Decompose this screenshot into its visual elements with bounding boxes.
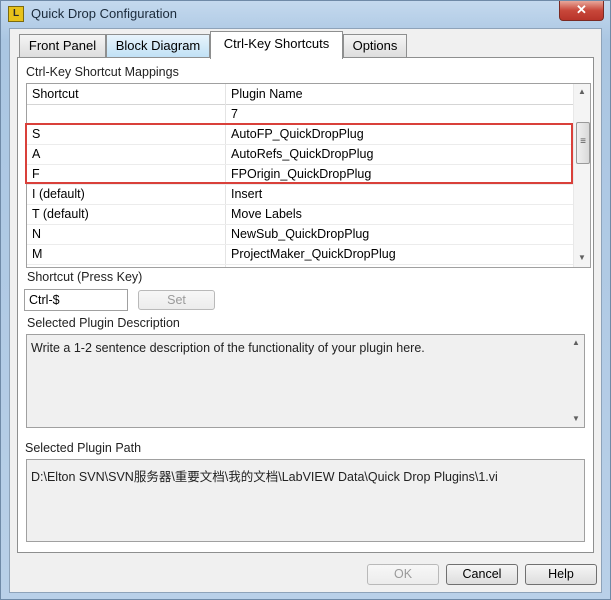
path-label: Selected Plugin Path [25,441,142,455]
plugin-path-box[interactable]: D:\Elton SVN\SVN服务器\重要文档\我的文档\LabVIEW Da… [26,459,585,542]
tab-block-diagram[interactable]: Block Diagram [106,34,210,58]
description-label: Selected Plugin Description [27,316,180,330]
list-header: Shortcut Plugin Name [27,84,574,105]
row-shortcut: I (default) [32,187,85,201]
scroll-up-arrow-icon[interactable]: ▲ [568,335,584,351]
table-row[interactable]: 7 [27,104,574,125]
table-row[interactable]: N NewSub_QuickDropPlug [27,224,574,245]
dialog-window: L Quick Drop Configuration ✕ Front Panel… [0,0,611,600]
tab-panel-ctrl-key-shortcuts: Ctrl-Key Shortcut Mappings Shortcut Plug… [17,57,594,553]
plugin-path-text: D:\Elton SVN\SVN服务器\重要文档\我的文档\LabVIEW Da… [31,470,498,484]
row-shortcut: T (default) [32,207,89,221]
scroll-up-arrow-icon[interactable]: ▲ [574,84,590,100]
close-button[interactable]: ✕ [559,1,604,21]
table-row[interactable]: T (default) Move Labels [27,204,574,225]
set-button[interactable]: Set [138,290,215,310]
tab-options[interactable]: Options [343,34,407,58]
column-header-shortcut[interactable]: Shortcut [32,87,79,101]
scroll-thumb[interactable]: ≡ [576,122,590,164]
scroll-down-arrow-icon[interactable]: ▼ [568,411,584,427]
shortcut-key-input[interactable] [24,289,128,311]
row-plugin-name: AutoRefs_QuickDropPlug [231,147,374,161]
help-button[interactable]: Help [525,564,597,585]
table-row[interactable]: M ProjectMaker_QuickDropPlug [27,244,574,265]
description-scrollbar[interactable]: ▲ ▼ [568,335,584,427]
labview-app-icon: L [8,6,24,22]
row-plugin-name: FPOrigin_QuickDropPlug [231,167,372,181]
row-shortcut: F [32,167,40,181]
tab-front-panel[interactable]: Front Panel [19,34,106,58]
row-plugin-name: NewSub_QuickDropPlug [231,227,370,241]
table-row[interactable]: I (default) Insert [27,184,574,205]
row-shortcut: M [32,247,43,261]
mappings-section-label: Ctrl-Key Shortcut Mappings [26,65,179,79]
close-icon: ✕ [576,2,587,17]
row-plugin-name: Insert [231,187,263,201]
row-plugin-name: AutoFP_QuickDropPlug [231,127,364,141]
row-shortcut: N [32,227,42,241]
dialog-client-area: Front Panel Block Diagram Ctrl-Key Short… [9,28,602,593]
column-header-plugin-name[interactable]: Plugin Name [231,87,303,101]
table-row[interactable]: F FPOrigin_QuickDropPlug [27,164,574,185]
row-plugin-name: 7 [231,107,238,121]
ok-button[interactable]: OK [367,564,439,585]
tab-ctrl-key-shortcuts[interactable]: Ctrl-Key Shortcuts [210,31,343,59]
shortcut-label: Shortcut (Press Key) [27,270,143,284]
cancel-button[interactable]: Cancel [446,564,518,585]
row-plugin-name: Move Labels [231,207,302,221]
table-row[interactable]: S AutoFP_QuickDropPlug [27,124,574,145]
title-bar[interactable]: L Quick Drop Configuration ✕ [1,1,610,27]
table-row[interactable]: A AutoRefs_QuickDropPlug [27,144,574,165]
row-shortcut: A [32,147,41,161]
window-title: Quick Drop Configuration [31,6,177,21]
shortcut-mappings-list[interactable]: Shortcut Plugin Name 7 S AutoFP_QuickDro… [26,83,591,268]
plugin-description-text: Write a 1-2 sentence description of the … [31,341,425,355]
list-vertical-scrollbar[interactable]: ▲ ≡ ▼ [573,84,590,267]
row-plugin-name: ProjectMaker_QuickDropPlug [231,247,396,261]
scroll-down-arrow-icon[interactable]: ▼ [574,250,590,266]
plugin-description-box[interactable]: Write a 1-2 sentence description of the … [26,334,585,428]
row-shortcut: S [32,127,41,141]
